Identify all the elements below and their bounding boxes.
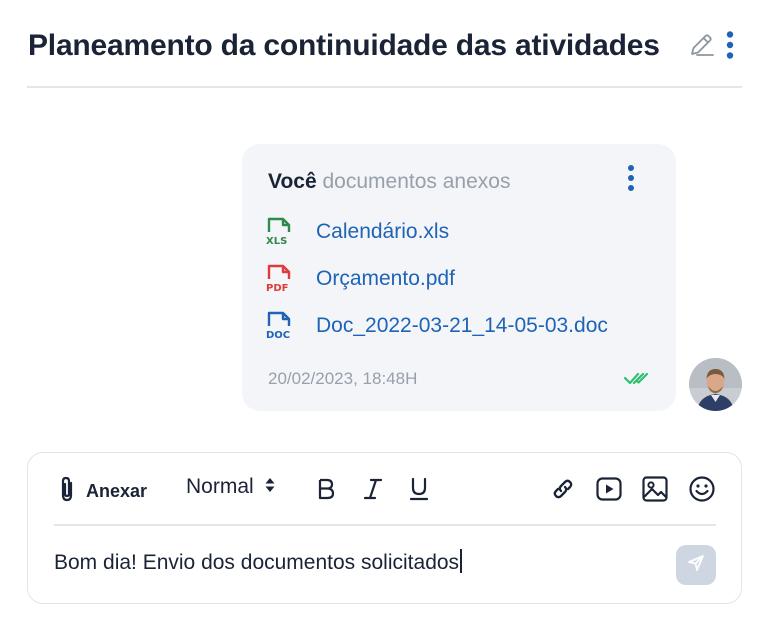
header-divider	[27, 86, 742, 88]
xls-file-icon: XLS	[266, 217, 296, 247]
attachment-name[interactable]: Calendário.xls	[316, 220, 449, 244]
message-timestamp: 20/02/2023, 18:48H	[268, 369, 418, 388]
message-author: Você	[268, 170, 317, 193]
attachment-item[interactable]: DOC Doc_2022-03-21_14-05-03.doc	[266, 311, 608, 341]
link-icon[interactable]	[549, 475, 577, 503]
pencil-icon[interactable]	[687, 31, 715, 64]
header: Planeamento da continuidade das atividad…	[28, 22, 741, 70]
composer-divider	[54, 524, 716, 526]
attachment-name[interactable]: Orçamento.pdf	[316, 267, 455, 291]
image-icon[interactable]	[641, 475, 669, 503]
send-icon	[687, 554, 705, 577]
emoji-icon[interactable]	[688, 475, 716, 503]
avatar[interactable]	[689, 358, 742, 411]
kebab-icon[interactable]	[725, 30, 735, 65]
bold-icon[interactable]	[315, 477, 337, 501]
paperclip-icon	[56, 475, 78, 508]
doc-file-icon: DOC	[266, 311, 296, 341]
send-button[interactable]	[676, 545, 716, 585]
header-actions	[687, 30, 735, 65]
message-subtitle: documentos anexos	[322, 170, 511, 193]
attachment-name[interactable]: Doc_2022-03-21_14-05-03.doc	[316, 314, 608, 338]
format-select[interactable]: Normal	[186, 475, 276, 499]
message-bubble: Você documentos anexos XLS Calendário.xl…	[242, 144, 676, 411]
message-header: Você documentos anexos	[268, 170, 510, 194]
format-select-value: Normal	[186, 475, 254, 498]
sort-arrows-icon	[264, 476, 276, 499]
attachment-item[interactable]: PDF Orçamento.pdf	[266, 264, 455, 294]
attach-label: Anexar	[86, 481, 148, 501]
composer-toolbar: Anexar Normal	[28, 453, 741, 525]
page-title: Planeamento da continuidade das atividad…	[28, 29, 660, 62]
message-input-text: Bom dia! Envio dos documentos solicitado…	[54, 551, 460, 574]
message-composer: Anexar Normal Bom dia! Envio dos documen…	[27, 452, 742, 604]
attach-button[interactable]: Anexar	[56, 475, 147, 508]
underline-icon[interactable]	[408, 476, 430, 502]
pdf-file-icon: PDF	[266, 264, 296, 294]
text-caret	[460, 549, 462, 573]
italic-icon[interactable]	[362, 477, 384, 501]
double-check-icon	[623, 369, 651, 392]
message-menu-icon[interactable]	[626, 164, 636, 197]
message-input[interactable]: Bom dia! Envio dos documentos solicitado…	[54, 549, 462, 575]
video-icon[interactable]	[595, 475, 623, 503]
attachment-item[interactable]: XLS Calendário.xls	[266, 217, 449, 247]
